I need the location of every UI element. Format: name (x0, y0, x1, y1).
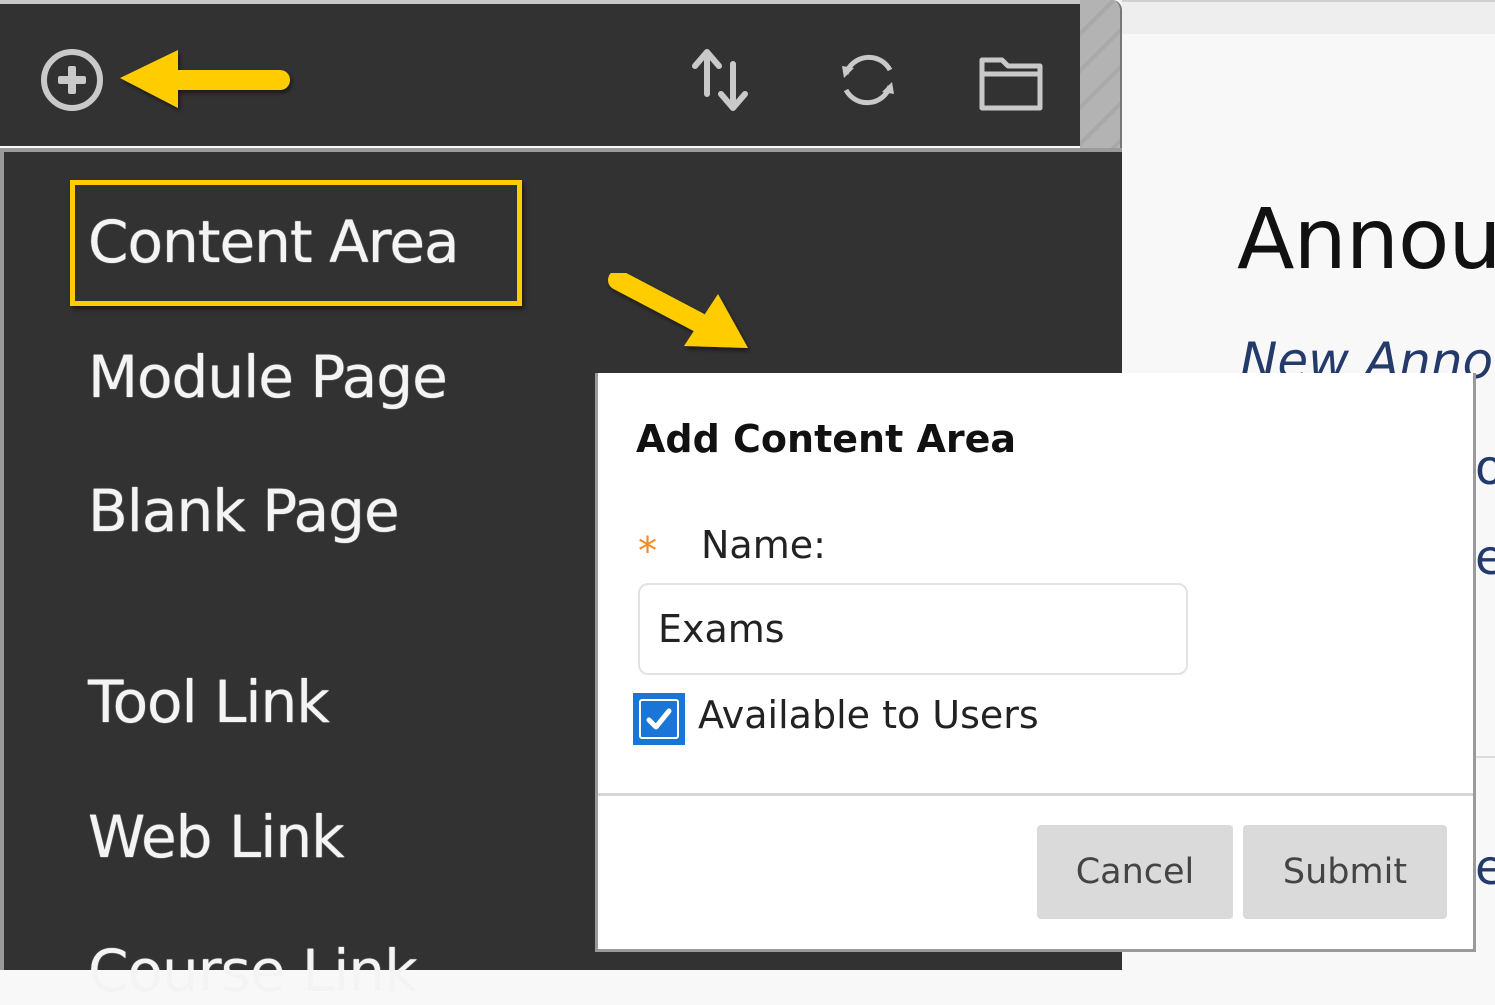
add-content-area-dialog: Add Content Area * Name: Available to Us… (595, 373, 1476, 952)
course-menu-toolbar (0, 0, 1080, 146)
available-to-users-label[interactable]: Available to Users (698, 693, 1039, 737)
cancel-button[interactable]: Cancel (1037, 825, 1233, 919)
manage-folders-button[interactable] (976, 44, 1048, 116)
menu-item-tool-link[interactable]: Tool Link (88, 668, 330, 736)
folder-icon (979, 57, 1043, 111)
page-text-fragment: e (1475, 530, 1495, 586)
menu-item-blank-page[interactable]: Blank Page (88, 477, 400, 545)
page-divider (1476, 756, 1495, 758)
required-asterisk: * (638, 529, 657, 573)
menu-item-web-link[interactable]: Web Link (88, 803, 345, 871)
name-input[interactable] (638, 583, 1188, 675)
page-top-bar (1122, 0, 1495, 36)
page-text-fragment: e (1475, 840, 1495, 896)
reorder-button[interactable] (685, 44, 757, 116)
refresh-icon (842, 54, 894, 106)
available-to-users-checkbox[interactable] (633, 693, 685, 745)
dialog-title: Add Content Area (636, 417, 1017, 461)
circle-plus-icon (41, 49, 103, 111)
highlight-annotation-box (70, 180, 522, 306)
scrollbar-handle[interactable] (1080, 0, 1122, 148)
checkmark-icon (646, 708, 672, 730)
menu-item-course-link[interactable]: Course Link (88, 937, 418, 1005)
dialog-divider (598, 793, 1473, 796)
submit-button[interactable]: Submit (1243, 825, 1447, 919)
up-down-arrows-icon (692, 49, 748, 111)
page-text-fragment: o (1475, 440, 1495, 496)
add-menu-item-button[interactable] (36, 44, 108, 116)
name-label: Name: (701, 523, 826, 567)
menu-item-module-page[interactable]: Module Page (88, 343, 448, 411)
refresh-button[interactable] (832, 44, 904, 116)
page-heading: Announcements (1237, 190, 1495, 288)
